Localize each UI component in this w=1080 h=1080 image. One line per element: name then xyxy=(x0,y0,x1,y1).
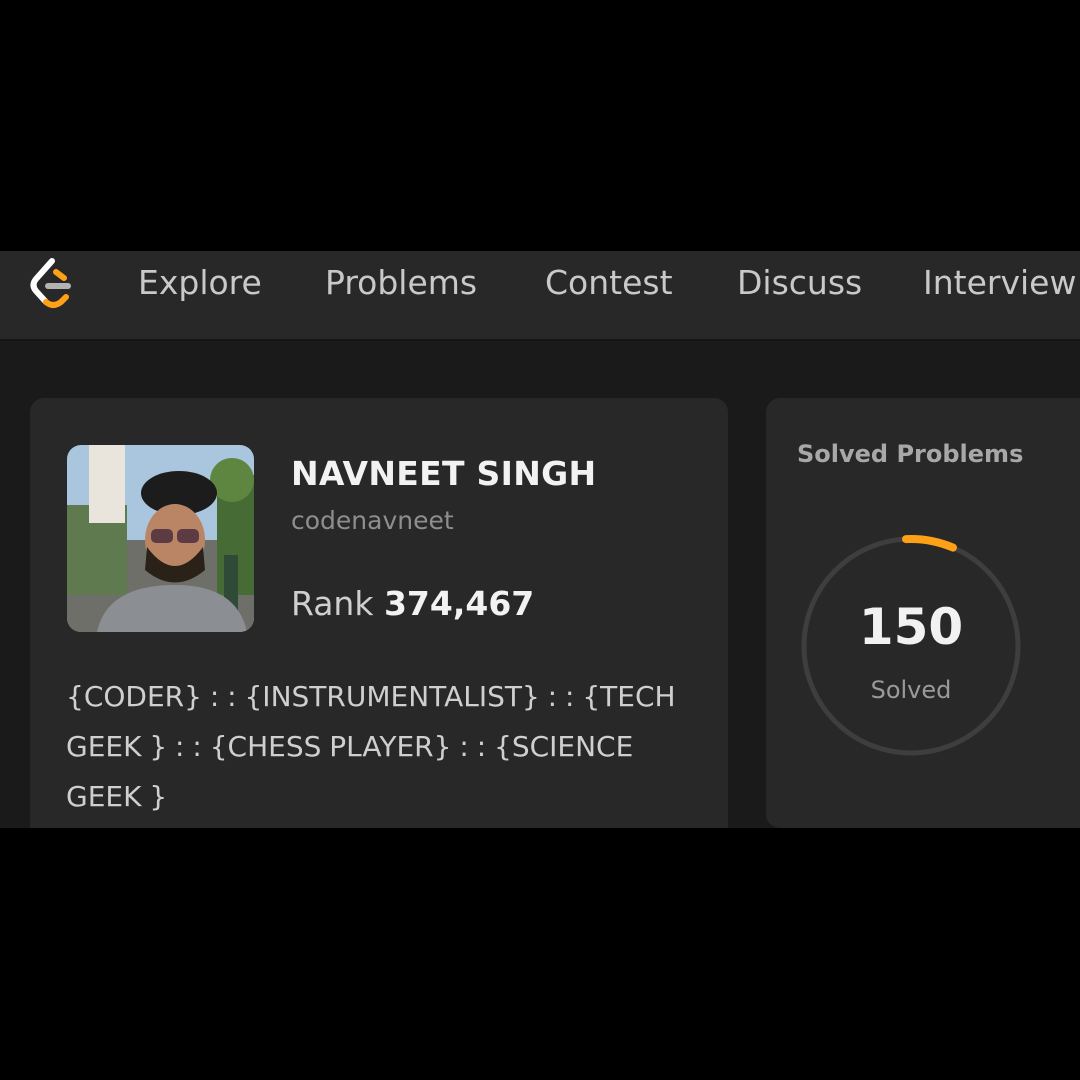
profile-name: NAVNEET SINGH xyxy=(291,454,597,493)
solved-problems-card: Solved Problems 150 Solved xyxy=(766,398,1080,828)
profile-bio: {CODER} : : {INSTRUMENTALIST} : : {TECH … xyxy=(66,680,676,813)
nav-interview[interactable]: Interview xyxy=(923,263,1076,303)
solved-label: Solved xyxy=(870,676,952,704)
nav-discuss[interactable]: Discuss xyxy=(737,263,862,303)
nav-problems[interactable]: Problems xyxy=(325,263,477,303)
avatar[interactable] xyxy=(67,445,254,632)
avatar-photo-icon xyxy=(67,445,254,632)
profile-rank: Rank 374,467 xyxy=(291,584,534,623)
profile-card: NAVNEET SINGH codenavneet Rank 374,467 {… xyxy=(30,398,728,828)
rank-label: Rank xyxy=(291,584,374,623)
nav-explore[interactable]: Explore xyxy=(138,263,262,303)
nav-contest[interactable]: Contest xyxy=(545,263,673,303)
rank-value: 374,467 xyxy=(383,584,535,623)
top-navbar: Explore Problems Contest Discuss Intervi… xyxy=(0,251,1080,341)
profile-username: codenavneet xyxy=(291,506,454,535)
app-window: Explore Problems Contest Discuss Intervi… xyxy=(0,251,1080,828)
leetcode-logo-icon[interactable] xyxy=(26,255,76,311)
solved-problems-title: Solved Problems xyxy=(797,440,1024,468)
solved-count: 150 xyxy=(858,598,964,656)
